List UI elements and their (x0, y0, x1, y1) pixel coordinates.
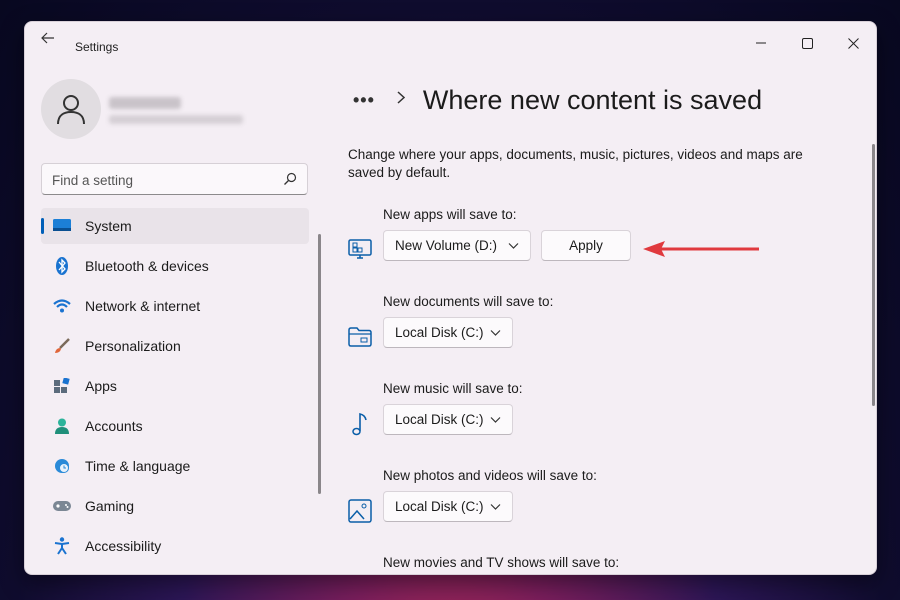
sidebar-item-apps[interactable]: Apps (41, 368, 309, 404)
sidebar-item-personalization[interactable]: Personalization (41, 328, 309, 364)
dropdown-value: Local Disk (C:) (395, 412, 484, 427)
sidebar-item-label: Apps (85, 378, 117, 394)
main-scrollbar[interactable] (872, 144, 875, 406)
close-icon[interactable] (830, 28, 876, 58)
chevron-down-icon (508, 243, 519, 249)
search-input[interactable] (52, 170, 272, 190)
gamepad-icon (53, 497, 71, 515)
profile-name-redacted (109, 97, 181, 109)
title-bar: Settings (25, 22, 876, 56)
dropdown-value: Local Disk (C:) (395, 325, 484, 340)
breadcrumb-more-button[interactable]: ••• (353, 90, 375, 111)
chevron-down-icon (490, 417, 501, 423)
globe-clock-icon (53, 457, 71, 475)
sidebar-item-label: Accessibility (85, 538, 162, 554)
sidebar-item-label: Personalization (85, 338, 181, 354)
accessibility-icon (53, 537, 71, 555)
page-title: Where new content is saved (422, 84, 763, 115)
sidebar-item-label: Accounts (85, 418, 143, 434)
page-description: Change where your apps, documents, music… (348, 147, 803, 180)
settings-window: Settings Find a setting System Bluetooth… (24, 21, 877, 575)
person-icon (53, 417, 71, 435)
chevron-right-icon (397, 91, 406, 109)
sidebar-item-bluetooth[interactable]: Bluetooth & devices (41, 248, 309, 284)
sidebar-item-time-language[interactable]: Time & language (41, 448, 309, 484)
dropdown-value: New Volume (D:) (395, 238, 498, 253)
breadcrumb: ••• Where new content is saved (353, 80, 762, 120)
sidebar-nav: System Bluetooth & devices Network & int… (41, 208, 309, 568)
search-icon[interactable] (283, 172, 297, 186)
sidebar-item-network[interactable]: Network & internet (41, 288, 309, 324)
music-note-icon (347, 411, 373, 437)
annotation-arrow-icon (643, 241, 759, 257)
wifi-icon (53, 297, 71, 315)
documents-location-dropdown[interactable]: Local Disk (C:) (383, 317, 513, 348)
app-title: Settings (75, 40, 119, 54)
setting-label: New movies and TV shows will save to: (383, 555, 620, 570)
photos-location-dropdown[interactable]: Local Disk (C:) (383, 491, 513, 522)
back-arrow-icon[interactable] (37, 32, 59, 48)
sidebar-item-label: Time & language (85, 458, 191, 474)
setting-label: New photos and videos will save to: (383, 468, 597, 483)
sidebar-item-gaming[interactable]: Gaming (41, 488, 309, 524)
monitor-icon (53, 217, 71, 235)
maximize-icon[interactable] (784, 28, 830, 58)
apply-button[interactable]: Apply (541, 230, 631, 261)
search-box[interactable] (41, 163, 308, 195)
dropdown-value: Local Disk (C:) (395, 499, 484, 514)
profile-email-redacted (109, 115, 243, 124)
brush-icon (53, 337, 71, 355)
sidebar-scrollbar[interactable] (318, 234, 321, 494)
apps-drive-icon (347, 237, 373, 263)
person-icon (57, 95, 85, 125)
sidebar-item-system[interactable]: System (41, 208, 309, 244)
sidebar-item-label: Network & internet (85, 298, 201, 314)
apps-icon (53, 377, 71, 395)
avatar[interactable] (41, 79, 101, 139)
sidebar-item-accounts[interactable]: Accounts (41, 408, 309, 444)
setting-label: New apps will save to: (383, 207, 517, 222)
music-location-dropdown[interactable]: Local Disk (C:) (383, 404, 513, 435)
image-icon (347, 498, 373, 524)
apps-location-dropdown[interactable]: New Volume (D:) (383, 230, 531, 261)
sidebar-item-label: System (85, 218, 132, 234)
sidebar-item-accessibility[interactable]: Accessibility (41, 528, 309, 564)
setting-label: New documents will save to: (383, 294, 554, 309)
chevron-down-icon (490, 504, 501, 510)
setting-label: New music will save to: (383, 381, 523, 396)
chevron-down-icon (490, 330, 501, 336)
bluetooth-icon (53, 257, 71, 275)
folder-icon (347, 324, 373, 350)
minimize-icon[interactable] (738, 28, 784, 58)
sidebar-item-label: Bluetooth & devices (85, 258, 209, 274)
sidebar-item-label: Gaming (85, 498, 135, 514)
